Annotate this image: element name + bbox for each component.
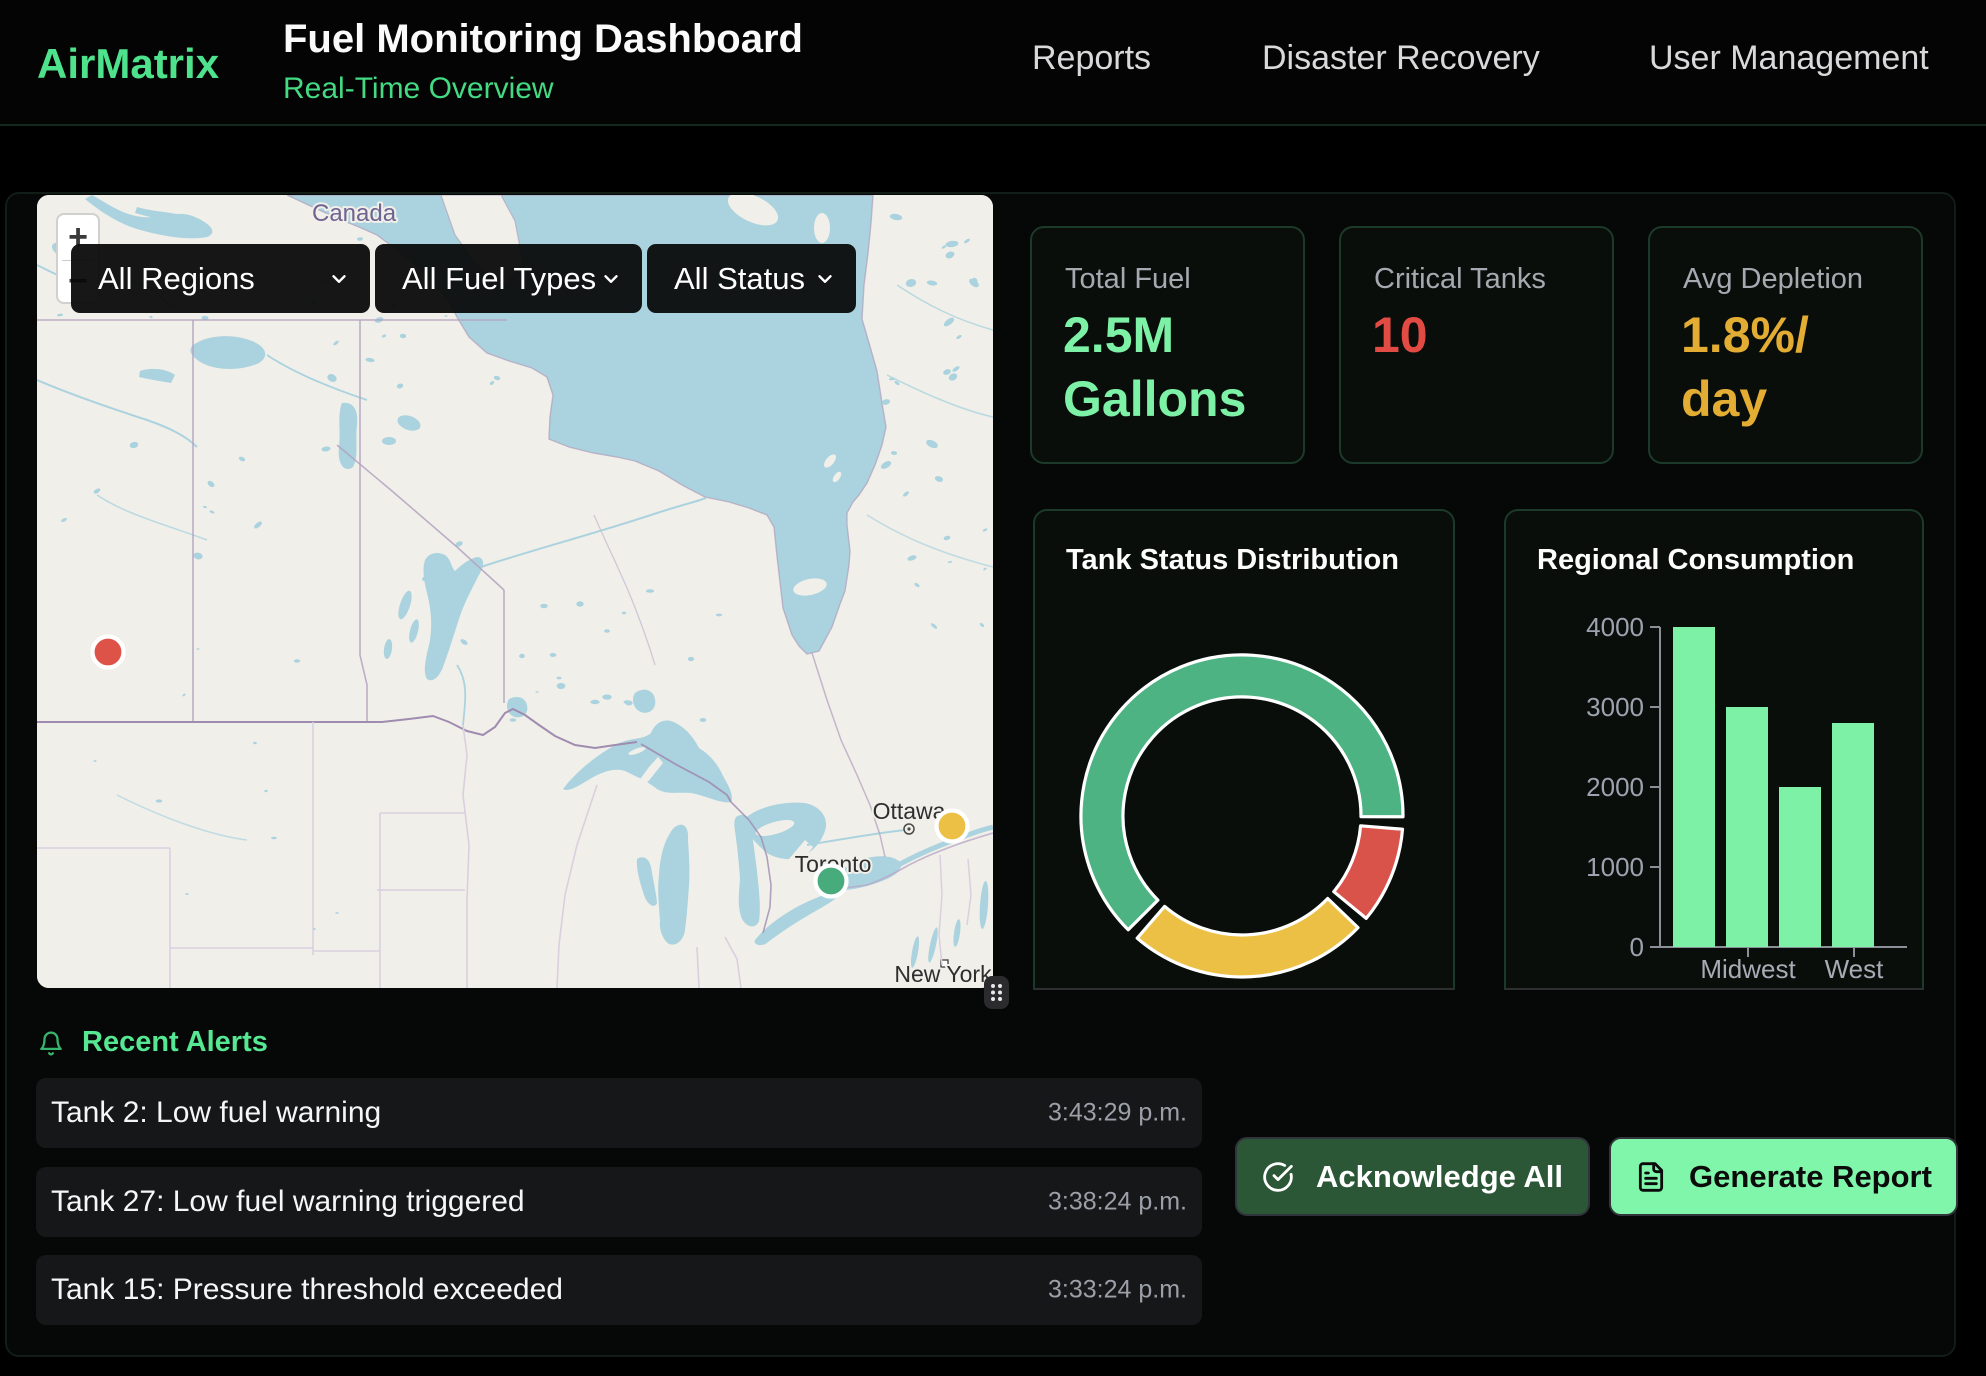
svg-text:West: West bbox=[1825, 954, 1885, 984]
svg-text:Ottawa: Ottawa bbox=[873, 798, 946, 824]
svg-text:0: 0 bbox=[1630, 932, 1644, 962]
svg-text:New York: New York bbox=[894, 961, 992, 987]
svg-text:Midwest: Midwest bbox=[1700, 954, 1796, 984]
svg-text:1000: 1000 bbox=[1586, 852, 1644, 882]
svg-text:3000: 3000 bbox=[1586, 692, 1644, 722]
svg-text:Canada: Canada bbox=[312, 200, 397, 227]
svg-text:4000: 4000 bbox=[1586, 612, 1644, 642]
svg-text:2000: 2000 bbox=[1586, 772, 1644, 802]
